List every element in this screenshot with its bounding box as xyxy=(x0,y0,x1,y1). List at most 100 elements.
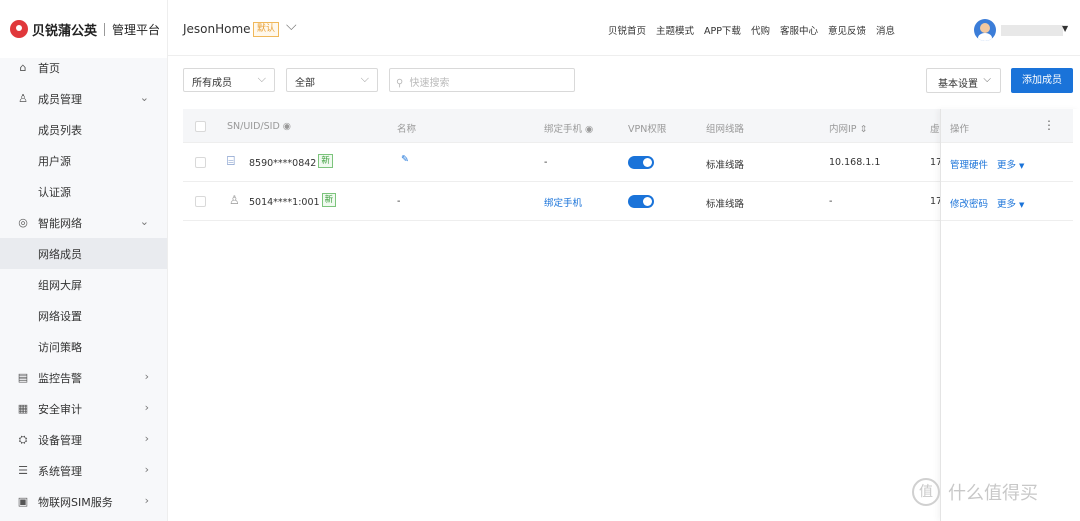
header-link-beiray-home[interactable]: 贝锐首页 xyxy=(608,23,646,37)
header-link-feedback[interactable]: 意见反馈 xyxy=(828,23,866,37)
row-sn[interactable]: 5014****1:001 新 xyxy=(249,193,337,210)
username-redacted[interactable] xyxy=(1001,25,1063,36)
column-header-line: 组网线路 xyxy=(706,124,745,135)
basic-settings-label: 基本设置 xyxy=(938,79,978,90)
brand-subtitle: 管理平台 xyxy=(112,22,161,37)
home-icon: ⌂ xyxy=(19,61,27,74)
sidebar-item-device-management[interactable]: ⛭ 设备管理 › xyxy=(0,424,167,455)
vpn-toggle[interactable] xyxy=(628,195,654,208)
eye-icon[interactable]: ◉ xyxy=(585,124,593,135)
member-filter-select[interactable]: 所有成员 ⌵ xyxy=(183,68,275,92)
sidebar-item-network-settings[interactable]: 网络设置 xyxy=(0,300,167,331)
sidebar-item-member-list[interactable]: 成员列表 xyxy=(0,114,167,145)
select-all-checkbox[interactable] xyxy=(195,121,206,132)
manage-hardware-link[interactable]: 管理硬件 xyxy=(950,157,988,171)
device-icon: ⛭ xyxy=(18,432,28,446)
new-tag: 新 xyxy=(321,193,337,207)
row-virtual-ip: 172 xyxy=(930,157,940,168)
chevron-down-icon: ⌄ xyxy=(139,91,149,104)
header-link-purchase[interactable]: 代购 xyxy=(751,23,770,37)
caret-down-icon[interactable]: ▼ xyxy=(1062,24,1068,33)
sidebar-item-iot-sim[interactable]: ▣ 物联网SIM服务 › xyxy=(0,486,167,517)
add-member-button[interactable]: 添加成员 xyxy=(1011,68,1073,93)
status-filter-value: 全部 xyxy=(295,78,315,89)
brand-logo xyxy=(10,20,28,38)
chevron-down-icon[interactable]: ⌵ xyxy=(286,18,297,34)
sidebar-item-smart-network[interactable]: ◎ 智能网络 ⌄ xyxy=(0,207,167,238)
person-icon: ♙ xyxy=(229,193,240,207)
brand-name: 贝锐蒲公英 xyxy=(32,23,98,39)
audit-icon: ▦ xyxy=(17,402,29,415)
row-phone: - xyxy=(544,157,548,168)
search-input[interactable]: ⚲ 快速搜索 xyxy=(389,68,575,92)
new-tag: 新 xyxy=(318,154,333,168)
sidebar-item-member-management[interactable]: ♙ 成员管理 ⌄ xyxy=(0,83,167,114)
header-link-support[interactable]: 客服中心 xyxy=(780,23,818,37)
watermark: 值 什么值得买 xyxy=(912,478,1038,506)
column-header-virtual: 虚拟 xyxy=(930,124,940,135)
sidebar-item-user-source[interactable]: 用户源 xyxy=(0,145,167,176)
sidebar-item-label: 认证源 xyxy=(38,185,71,199)
table-row[interactable]: ♙ 5014****1:001新 - 绑定手机 标准线路 - 172 修改密码 … xyxy=(183,182,1073,221)
column-settings-icon[interactable]: ⋮ xyxy=(1043,118,1055,132)
sidebar-item-network-members[interactable]: 网络成员 xyxy=(0,238,167,269)
sidebar-item-access-policy[interactable]: 访问策略 xyxy=(0,331,167,362)
sort-icon[interactable]: ⇕ xyxy=(860,124,868,135)
caret-down-icon: ▼ xyxy=(1019,201,1025,209)
column-header-ip[interactable]: 内网IP ⇕ xyxy=(829,121,868,135)
status-filter-select[interactable]: 全部 ⌵ xyxy=(286,68,378,92)
chevron-right-icon: › xyxy=(144,370,149,383)
row-ip: - xyxy=(829,196,833,207)
row-line: 标准线路 xyxy=(706,160,745,171)
chevron-right-icon: › xyxy=(144,494,149,507)
system-icon: ☰ xyxy=(18,464,28,477)
eye-icon[interactable]: ◉ xyxy=(283,121,291,132)
brand[interactable]: 贝锐蒲公英 管理平台 xyxy=(0,0,167,58)
header: JesonHome 默认 ⌵ 贝锐首页 主题模式 APP下载 代购 客服中心 意… xyxy=(168,0,1080,56)
member-filter-value: 所有成员 xyxy=(192,78,232,89)
sidebar-item-home[interactable]: ⌂ 首页 xyxy=(0,52,167,83)
bind-phone-link[interactable]: 绑定手机 xyxy=(544,195,582,209)
sidebar-item-monitoring[interactable]: ▤ 监控告警 › xyxy=(0,362,167,393)
sidebar-item-label: 组网大屏 xyxy=(38,278,82,292)
sidebar-item-label: 网络成员 xyxy=(38,247,82,261)
more-dropdown[interactable]: 更多 ▼ xyxy=(997,157,1024,171)
sidebar-item-auth-source[interactable]: 认证源 xyxy=(0,176,167,207)
row-virtual-ip: 172 xyxy=(930,196,940,207)
column-header-ops: 操作 xyxy=(950,124,970,135)
change-password-link[interactable]: 修改密码 xyxy=(950,196,988,210)
chevron-down-icon: ⌄ xyxy=(139,215,149,228)
basic-settings-button[interactable]: 基本设置 ⌵ xyxy=(926,68,1001,93)
row-checkbox[interactable] xyxy=(195,157,206,168)
column-header-label: 内网IP xyxy=(829,124,857,135)
chevron-right-icon: › xyxy=(144,432,149,445)
default-badge: 默认 xyxy=(253,22,280,37)
more-label: 更多 xyxy=(997,160,1017,171)
vpn-toggle[interactable] xyxy=(628,156,654,169)
sidebar-item-security-audit[interactable]: ▦ 安全审计 › xyxy=(0,393,167,424)
more-dropdown[interactable]: 更多 ▼ xyxy=(997,196,1024,210)
sidebar-item-label: 监控告警 xyxy=(38,371,82,385)
sidebar-item-label: 设备管理 xyxy=(38,433,82,447)
more-label: 更多 xyxy=(997,199,1017,210)
row-name: - xyxy=(397,196,401,207)
table-row[interactable]: ⌸ 8590****0842新 ✎ - 标准线路 10.168.1.1 172 … xyxy=(183,143,1073,182)
search-icon: ⚲ xyxy=(396,78,404,89)
sidebar-item-label: 成员列表 xyxy=(38,123,82,137)
row-sn[interactable]: 8590****0842 新 xyxy=(249,154,333,171)
sidebar-item-label: 首页 xyxy=(38,61,60,75)
header-link-app-download[interactable]: APP下载 xyxy=(704,23,741,37)
header-link-theme-mode[interactable]: 主题模式 xyxy=(656,23,694,37)
row-checkbox[interactable] xyxy=(195,196,206,207)
column-header-phone[interactable]: 绑定手机 ◉ xyxy=(544,121,593,135)
avatar[interactable] xyxy=(974,19,996,41)
header-link-messages[interactable]: 消息 xyxy=(876,23,895,37)
network-icon: ◎ xyxy=(18,216,28,229)
workspace-name[interactable]: JesonHome xyxy=(183,22,251,36)
router-icon: ⌸ xyxy=(227,154,235,169)
edit-icon[interactable]: ✎ xyxy=(401,154,409,165)
sidebar-nav: ⌂ 首页 ♙ 成员管理 ⌄ 成员列表 用户源 认证源 ◎ 智能网络 ⌄ 网络成员… xyxy=(0,52,167,517)
column-header-sn[interactable]: SN/UID/SID ◉ xyxy=(227,121,291,132)
sidebar-item-network-dashboard[interactable]: 组网大屏 xyxy=(0,269,167,300)
sidebar-item-system-management[interactable]: ☰ 系统管理 › xyxy=(0,455,167,486)
